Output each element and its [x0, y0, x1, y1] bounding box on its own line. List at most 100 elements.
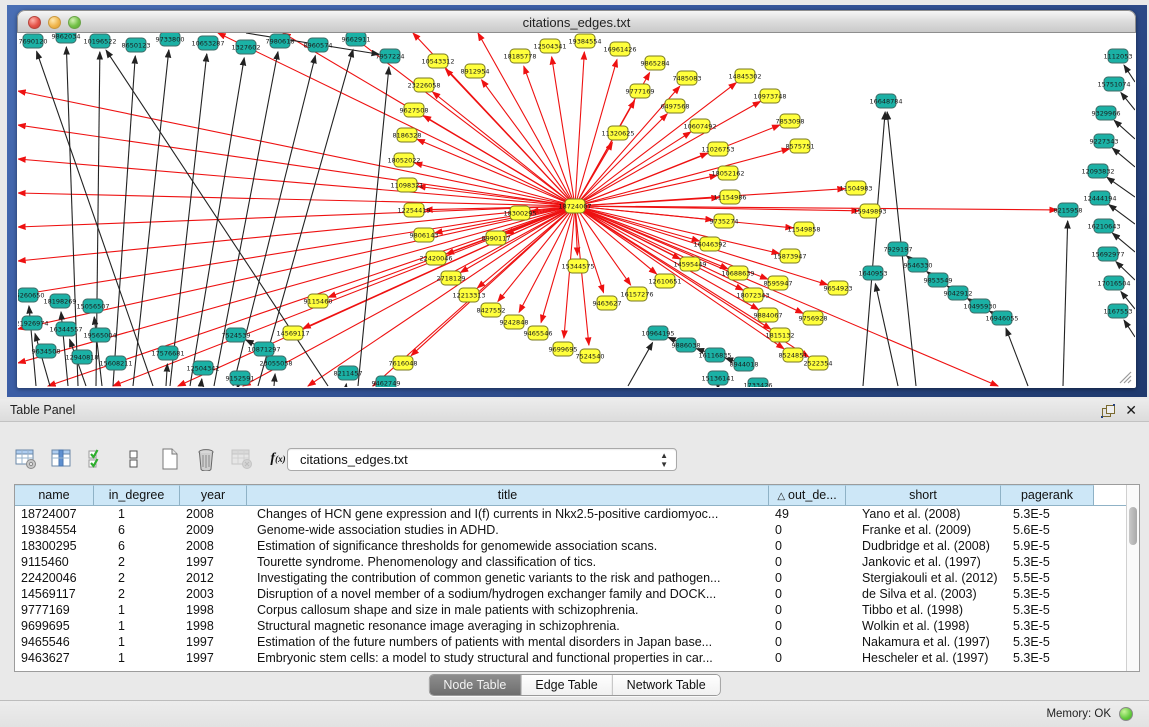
graph-node[interactable]: 10607492 — [683, 119, 716, 133]
graph-node[interactable]: 8960574 — [304, 38, 333, 52]
graph-node[interactable]: 11154986 — [713, 190, 746, 204]
table-row[interactable]: 1456911722003Disruption of a novel membe… — [15, 586, 1139, 602]
graph-node[interactable]: 7485083 — [673, 71, 702, 85]
network-window-titlebar[interactable]: citations_edges.txt — [17, 10, 1136, 33]
table-scrollbar[interactable] — [1126, 485, 1139, 671]
citation-edge-red[interactable] — [575, 149, 789, 206]
citation-edge-black[interactable] — [1121, 93, 1135, 110]
show-columns-icon[interactable] — [50, 447, 74, 471]
graph-node[interactable]: 7929197 — [884, 242, 913, 256]
table-row[interactable]: 946554611997Estimation of the future num… — [15, 634, 1139, 650]
citation-edge-black[interactable] — [863, 112, 885, 386]
graph-node[interactable]: 9242848 — [500, 315, 529, 329]
graph-node[interactable]: 10871297 — [247, 342, 280, 356]
float-panel-icon[interactable] — [1101, 404, 1115, 418]
graph-node[interactable]: 7980618 — [266, 34, 295, 48]
citation-edge-black[interactable] — [133, 50, 169, 386]
graph-node[interactable]: 16946055 — [985, 311, 1018, 325]
column-header-short[interactable]: short — [846, 485, 1001, 506]
graph-node[interactable]: 15873947 — [773, 249, 806, 263]
graph-node[interactable]: 9465546 — [524, 326, 553, 340]
network-window[interactable]: citations_edges.txt 18724007105433122322… — [17, 10, 1136, 388]
graph-node[interactable]: 12504341 — [533, 39, 566, 53]
table-row[interactable]: 977716911998Corpus callosum shape and si… — [15, 602, 1139, 618]
graph-node[interactable]: 8575751 — [786, 139, 815, 153]
graph-node[interactable]: 12610651 — [648, 274, 681, 288]
graph-node[interactable]: 10495930 — [963, 299, 996, 313]
graph-node[interactable]: 12444194 — [1083, 191, 1116, 205]
citation-edge-red[interactable] — [178, 206, 575, 386]
graph-node[interactable]: 9662911 — [342, 33, 371, 46]
graph-node[interactable]: 9462749 — [372, 376, 401, 387]
memory-status-icon[interactable] — [1119, 707, 1133, 721]
citation-edge-red[interactable] — [575, 206, 779, 254]
graph-node[interactable]: 14845302 — [728, 69, 761, 83]
citation-edge-black[interactable] — [628, 343, 653, 386]
graph-node[interactable]: 8944018 — [730, 357, 759, 371]
graph-node[interactable]: 16961426 — [603, 42, 636, 56]
graph-node[interactable]: 10653287 — [191, 36, 224, 50]
citation-edge-black[interactable] — [274, 374, 275, 386]
citation-edge-black[interactable] — [1112, 148, 1135, 167]
graph-node[interactable]: 9884067 — [754, 308, 783, 322]
tab-network-table[interactable]: Network Table — [613, 675, 720, 695]
graph-node[interactable]: 15136141 — [701, 371, 734, 385]
select-attributes-icon[interactable] — [86, 447, 110, 471]
graph-node[interactable]: 8211457 — [334, 366, 363, 380]
citation-edge-black[interactable] — [201, 379, 202, 386]
graph-node[interactable]: 23055058 — [259, 356, 292, 370]
graph-node[interactable]: 9115460 — [304, 294, 333, 308]
graph-node[interactable]: 8215958 — [1054, 203, 1083, 217]
column-header-out_degree[interactable]: △out_de... — [769, 485, 846, 506]
graph-node[interactable]: 16046392 — [693, 237, 726, 251]
citation-edge-red[interactable] — [308, 206, 575, 386]
table-row[interactable]: 1830029562008Estimation of significance … — [15, 538, 1139, 554]
table-settings-icon[interactable] — [14, 447, 38, 471]
citation-edge-black[interactable] — [237, 386, 238, 387]
graph-node[interactable]: 9654923 — [824, 281, 853, 295]
citation-edge-black[interactable] — [166, 364, 167, 386]
table-row[interactable]: 911546021997Tourette syndrome. Phenomeno… — [15, 554, 1139, 570]
graph-node[interactable]: 9806143 — [410, 228, 439, 242]
graph-node[interactable]: 18185778 — [503, 49, 536, 63]
delete-column-icon[interactable] — [194, 447, 218, 471]
graph-node[interactable]: 9777169 — [626, 84, 655, 98]
graph-node[interactable]: 7957224 — [376, 49, 405, 63]
graph-node[interactable]: 12093832 — [1081, 164, 1114, 178]
table-row[interactable]: 1938455462009Genome-wide association stu… — [15, 522, 1139, 538]
citation-edge-red[interactable] — [552, 57, 575, 206]
graph-node[interactable]: 15056507 — [76, 299, 109, 313]
graph-node[interactable]: 19565004 — [83, 328, 116, 342]
graph-node[interactable]: 15692977 — [1091, 247, 1124, 261]
graph-node[interactable]: 8650123 — [122, 38, 151, 52]
graph-node[interactable]: 16157276 — [620, 287, 653, 301]
graph-node[interactable]: 9699695 — [549, 342, 578, 356]
table-row[interactable]: 946362711997Embryonic stem cells: a mode… — [15, 650, 1139, 666]
graph-node[interactable]: 1167553 — [1104, 304, 1133, 318]
graph-node[interactable]: 18198269 — [43, 294, 76, 308]
graph-node[interactable]: 15344575 — [561, 259, 594, 273]
graph-node[interactable]: 11549858 — [787, 222, 820, 236]
citation-edge-black[interactable] — [1114, 120, 1135, 139]
graph-node[interactable]: 17016504 — [1097, 276, 1130, 290]
column-header-pagerank[interactable]: pagerank — [1001, 485, 1094, 506]
close-panel-icon[interactable]: ✕ — [1125, 402, 1137, 419]
graph-node[interactable]: 9735274 — [710, 214, 739, 228]
graph-node[interactable]: 8912954 — [461, 64, 490, 78]
graph-node[interactable]: 9634508 — [32, 344, 61, 358]
graph-node[interactable]: 16344557 — [49, 322, 82, 336]
graph-node[interactable]: 2522354 — [804, 356, 833, 370]
citation-edge-black[interactable] — [1063, 221, 1068, 386]
graph-node[interactable]: 10973748 — [753, 89, 786, 103]
citation-edge-red[interactable] — [18, 91, 575, 206]
graph-node[interactable]: 9862034 — [52, 33, 81, 43]
scrollbar-thumb[interactable] — [1129, 507, 1137, 545]
graph-node[interactable]: 15751074 — [1097, 77, 1130, 91]
graph-node[interactable]: 19384554 — [568, 34, 601, 48]
graph-node[interactable]: 7524540 — [576, 349, 605, 363]
graph-node[interactable]: 1640953 — [859, 266, 888, 280]
graph-node[interactable]: 15949893 — [853, 204, 886, 218]
table-source-select[interactable]: citations_edges.txt ▲▼ — [287, 448, 677, 471]
citation-edge-black[interactable] — [35, 334, 50, 386]
graph-node[interactable]: 1733426 — [744, 378, 773, 387]
